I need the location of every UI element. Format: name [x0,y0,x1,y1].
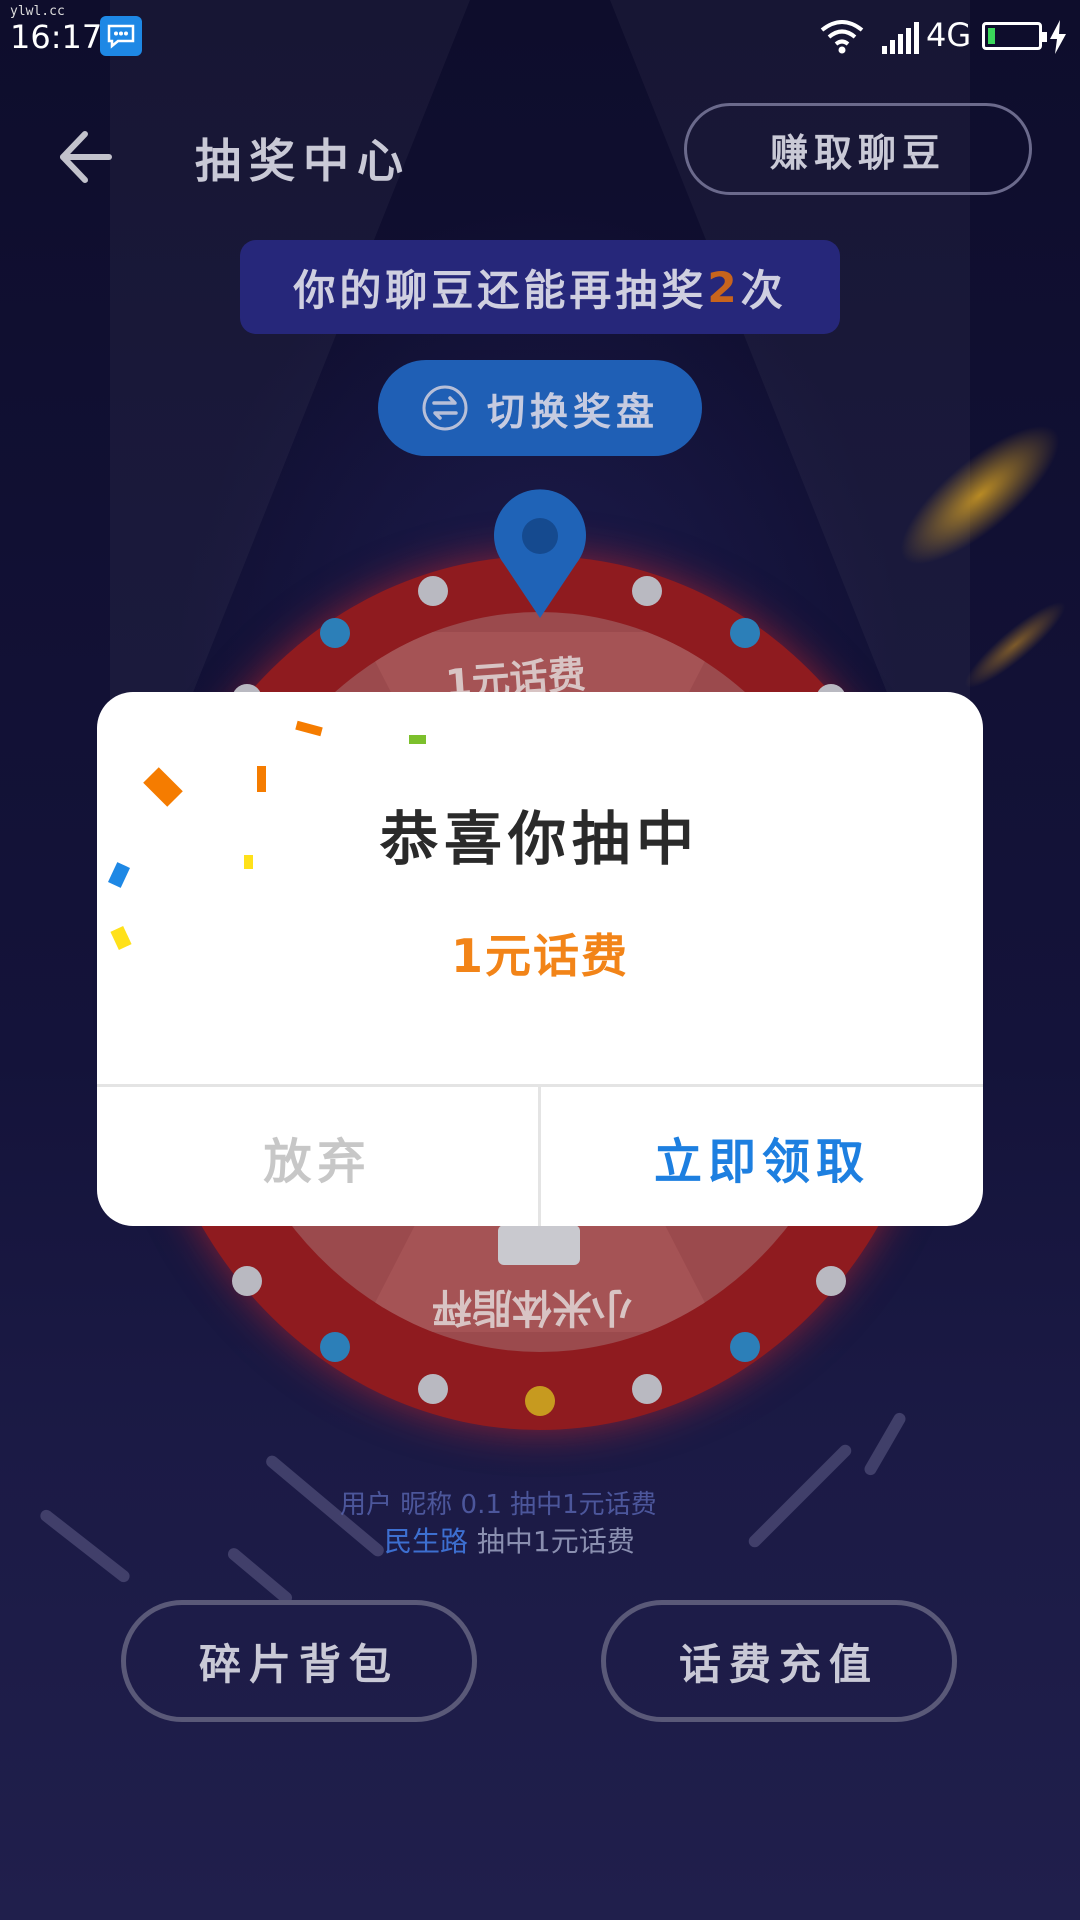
network-type: 4G [926,16,972,54]
winner-text: 抽中1元话费 [468,1525,635,1558]
status-bar: ylwl.cc 16:17 4G [0,0,1080,75]
chances-suffix: 次 [740,265,787,315]
wheel-light [816,1266,846,1296]
page-title: 抽奖中心 [195,134,411,188]
give-up-button[interactable]: 放弃 [97,1087,538,1226]
confetti [257,766,266,792]
claim-now-button[interactable]: 立即领取 [541,1087,983,1226]
signal-icon [882,22,919,54]
dialog-title: 恭喜你抽中 [379,805,700,873]
wheel-light [730,1332,760,1362]
switch-wheel-button[interactable]: 切换奖盘 [378,360,702,456]
wheel-light [320,1332,350,1362]
watermark: ylwl.cc [10,4,65,19]
fragment-bag-button[interactable]: 碎片背包 [121,1600,477,1722]
winner-name: 民生路 [384,1525,469,1558]
back-arrow-icon[interactable] [55,128,115,186]
phone-recharge-button[interactable]: 话费充值 [601,1600,957,1722]
switch-icon [422,385,468,431]
chances-prefix: 你的聊豆还能再抽奖 [293,265,708,315]
chances-banner: 你的聊豆还能再抽奖 2 次 [240,240,840,334]
battery-icon [982,22,1047,50]
wheel-prize-icon [498,1225,580,1265]
chances-count: 2 [707,262,741,312]
status-time: 16:17 [10,18,103,56]
wheel-pointer-icon [494,489,586,618]
wheel-light [418,576,448,606]
charging-icon [1050,20,1066,54]
switch-wheel-label: 切换奖盘 [486,389,659,434]
wheel-light [418,1374,448,1404]
wheel-light [232,1266,262,1296]
wheel-light [632,576,662,606]
confetti [244,855,253,869]
earn-beans-button[interactable]: 赚取聊豆 [684,103,1032,195]
message-icon [100,16,142,56]
winner-ticker-line: 民生路 抽中1元话费 [384,1520,635,1560]
confetti [409,735,426,744]
wheel-prize-bottom: 小米体脂秤 [432,1284,632,1330]
wheel-light [320,618,350,648]
wheel-light [730,618,760,648]
battery-level [988,28,995,44]
prize-dialog: 恭喜你抽中 1元话费 放弃 立即领取 [97,692,983,1226]
wheel-light [525,1386,555,1416]
dialog-prize: 1元话费 [450,929,629,983]
winner-ticker-line: 用户 昵称 0.1 抽中1元话费 [340,1490,657,1520]
wifi-icon [820,20,864,54]
wheel-light [632,1374,662,1404]
